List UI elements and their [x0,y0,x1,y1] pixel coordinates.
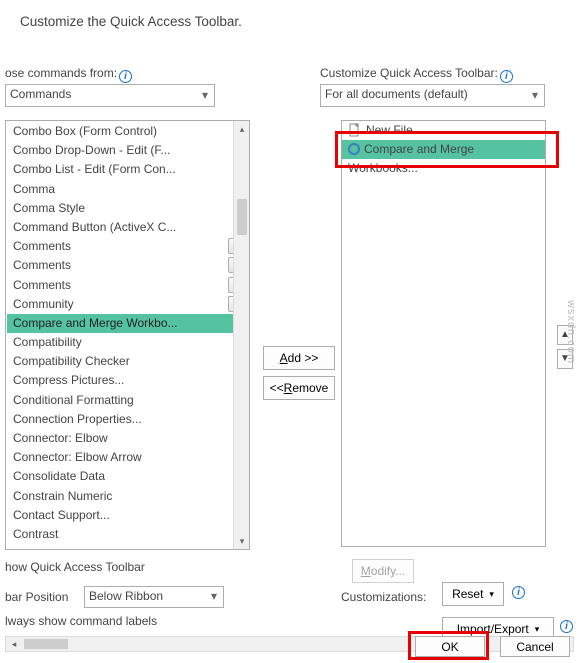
dialog-title: Customize the Quick Access Toolbar. [20,14,242,29]
scroll-down-icon[interactable]: ▾ [234,533,250,549]
list-item[interactable]: Combo Drop-Down - Edit (F... [7,141,248,160]
scroll-up-icon[interactable]: ▴ [234,121,250,137]
scroll-thumb[interactable] [237,199,247,235]
list-item[interactable]: Connection Properties... [7,410,248,429]
scroll-thumb[interactable] [24,639,68,649]
scroll-left-icon[interactable]: ◂ [6,637,22,651]
customizations-label: Customizations: [341,590,426,604]
list-item[interactable]: Combo Box (Form Control) [7,122,248,141]
info-icon[interactable]: i [560,620,573,633]
add-button[interactable]: Add >> [263,346,335,370]
list-item[interactable]: New File [342,121,545,140]
list-item[interactable]: Contact Support... [7,506,248,525]
list-item[interactable]: Constrain Numeric [7,487,248,506]
modify-button: Modify... [352,559,414,583]
list-item[interactable]: Contrast [7,525,248,544]
list-item[interactable]: Comments▾ [7,276,248,295]
list-item[interactable]: Connector: Elbow [7,429,248,448]
customize-qat-label: Customize Quick Access Toolbar:i [320,66,513,83]
show-qat-label: how Quick Access Toolbar [5,560,145,574]
ok-button[interactable]: OK [415,636,485,657]
list-item[interactable]: Comma Style [7,199,248,218]
list-item[interactable]: Community▾ [7,295,248,314]
list-item[interactable]: Comments▾ [7,256,248,275]
list-item-label: Compare and Merge Workbooks... [348,142,474,175]
list-item[interactable]: Compatibility [7,333,248,352]
list-item[interactable]: Combo List - Edit (Form Con... [7,160,248,179]
list-item-label: New File [366,123,413,137]
toolbar-position-label: bar Position [5,590,68,604]
customize-qat-select[interactable]: For all documents (default) [320,84,545,107]
info-icon[interactable]: i [512,586,525,599]
list-item[interactable]: Command Button (ActiveX C... [7,218,248,237]
list-item[interactable]: Compare and Merge Workbooks... [342,140,545,159]
remove-button[interactable]: << Remove [263,376,335,400]
reset-button[interactable]: Reset [442,582,504,606]
toolbar-position-select[interactable]: Below Ribbon [84,586,224,608]
info-icon[interactable]: i [500,70,513,83]
choose-commands-select[interactable]: Commands [5,84,215,107]
qat-listbox[interactable]: New File Compare and Merge Workbooks... [341,120,546,547]
info-icon[interactable]: i [119,70,132,83]
watermark: wsxdn.com [565,300,577,364]
list-item[interactable]: Compress Pictures... [7,371,248,390]
choose-commands-label: ose commands from:i [5,66,132,83]
list-item[interactable]: Compatibility Checker [7,352,248,371]
scrollbar-horizontal[interactable]: ◂ ▸ [5,636,574,652]
list-item[interactable]: Conditional Formatting [7,391,248,410]
list-item[interactable]: Compare and Merge Workbo... [7,314,248,333]
list-item[interactable]: Consolidate Data [7,467,248,486]
compare-merge-icon [348,143,360,155]
list-item[interactable]: Connector: Elbow Arrow [7,448,248,467]
scrollbar-vertical[interactable]: ▴ ▾ [233,121,249,549]
commands-listbox[interactable]: Combo Box (Form Control)Combo Drop-Down … [5,120,250,550]
list-item[interactable]: Comma [7,180,248,199]
always-show-label: lways show command labels [5,614,157,628]
list-item[interactable]: Comments▾ [7,237,248,256]
document-icon [348,123,366,137]
cancel-button[interactable]: Cancel [500,636,570,657]
